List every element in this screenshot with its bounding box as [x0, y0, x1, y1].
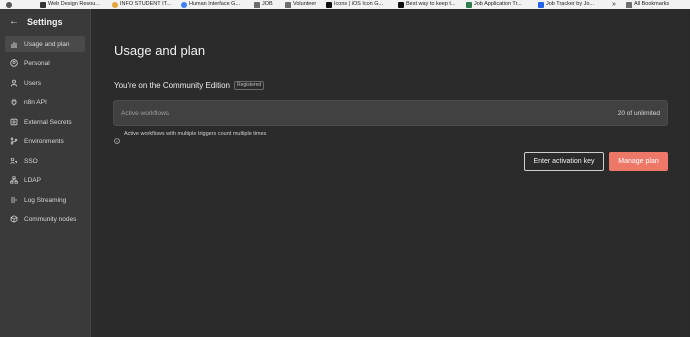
sidebar-header: ← Settings [9, 17, 63, 28]
bookmarks-bar: Web Design Resou... INFO STUDENT IT... H… [0, 0, 690, 9]
sidebar-item-personal[interactable]: Personal [5, 55, 85, 71]
sidebar-item-label: Environments [24, 137, 64, 145]
more-bookmarks-button[interactable]: » [612, 0, 616, 9]
all-bookmarks-folder[interactable]: All Bookmarks [626, 0, 669, 9]
manage-plan-button[interactable]: Manage plan [609, 152, 668, 171]
folder-icon [254, 1, 260, 8]
info-icon [114, 131, 120, 144]
enter-activation-key-button[interactable]: Enter activation key [524, 152, 604, 171]
sidebar-item-users[interactable]: Users [5, 75, 85, 91]
sidebar-item-n8n-api[interactable]: n8n API [5, 94, 85, 110]
info-note-text: Active workflows with multiple triggers … [124, 131, 267, 137]
bookmark-item[interactable]: Job Tracker by Jo... [538, 0, 594, 9]
bookmark-item[interactable]: Job Application Tr... [466, 0, 522, 9]
window-icon [6, 1, 12, 8]
arrow-left-icon[interactable]: ← [9, 17, 19, 27]
active-workflows-value: 20 of unlimited [617, 110, 660, 117]
sidebar-title: Settings [27, 17, 63, 27]
sidebar-item-label: SSO [24, 157, 38, 165]
bookmark-favicon [398, 1, 404, 8]
bookmark-folder[interactable]: Volunteer [285, 0, 316, 9]
bookmark-favicon [112, 1, 118, 8]
sidebar-item-usage-and-plan[interactable]: Usage and plan [5, 36, 85, 52]
info-note: Active workflows with multiple triggers … [114, 131, 267, 144]
bookmark-favicon [326, 1, 332, 8]
bookmark-favicon [538, 1, 544, 8]
sidebar-item-label: Community nodes [24, 215, 77, 223]
chart-icon [10, 40, 18, 48]
sidebar-item-ldap[interactable]: LDAP [5, 172, 85, 188]
sidebar-item-label: External Secrets [24, 118, 72, 126]
branch-icon [10, 137, 18, 145]
sidebar-item-label: n8n API [24, 98, 47, 106]
user-icon [10, 79, 18, 87]
cube-icon [10, 215, 18, 223]
bookmark-item[interactable]: INFO STUDENT IT... [112, 0, 171, 9]
bookmark-favicon [40, 1, 46, 8]
sidebar-item-label: LDAP [24, 176, 41, 184]
sidebar-item-label: Personal [24, 59, 50, 67]
user-circle-icon [10, 59, 18, 67]
bookmark-favicon [466, 1, 472, 8]
sidebar-item-log-streaming[interactable]: Log Streaming [5, 192, 85, 208]
vault-icon [10, 118, 18, 126]
sidebar-item-label: Users [24, 79, 41, 87]
sidebar-item-community-nodes[interactable]: Community nodes [5, 211, 85, 227]
folder-icon [626, 1, 632, 8]
main-content: Usage and plan You're on the Community E… [92, 9, 690, 337]
bookmark-folder[interactable]: JOB [254, 0, 273, 9]
bookmark-item[interactable]: Human Interface G... [181, 0, 240, 9]
plug-icon [10, 98, 18, 106]
page-title: Usage and plan [114, 43, 206, 58]
sidebar-item-label: Usage and plan [24, 40, 70, 48]
sidebar-item-sso[interactable]: SSO [5, 153, 85, 169]
network-icon [10, 176, 18, 184]
status-badge: Registered [233, 81, 265, 90]
settings-sidebar: ← Settings Usage and plan Personal Users… [0, 9, 91, 337]
sidebar-item-label: Log Streaming [24, 196, 67, 204]
stream-icon [10, 196, 18, 204]
edition-text: You're on the Community Edition [114, 81, 230, 90]
bookmark-item[interactable]: Web Design Resou... [40, 0, 100, 9]
bookmark-item[interactable]: Icons | iOS Icon G... [326, 0, 383, 9]
sidebar-item-environments[interactable]: Environments [5, 133, 85, 149]
edition-row: You're on the Community Edition Register… [114, 81, 265, 90]
bookmark-item[interactable]: Best way to keep t... [398, 0, 456, 9]
active-workflows-card: Active workflows 20 of unlimited [113, 100, 668, 126]
active-workflows-label: Active workflows [121, 110, 170, 117]
sidebar-item-external-secrets[interactable]: External Secrets [5, 114, 85, 130]
folder-icon [285, 1, 291, 8]
bookmark-window[interactable] [6, 0, 12, 9]
scrollbar[interactable] [686, 9, 690, 337]
sso-icon [10, 157, 18, 165]
apple-favicon [181, 1, 187, 8]
